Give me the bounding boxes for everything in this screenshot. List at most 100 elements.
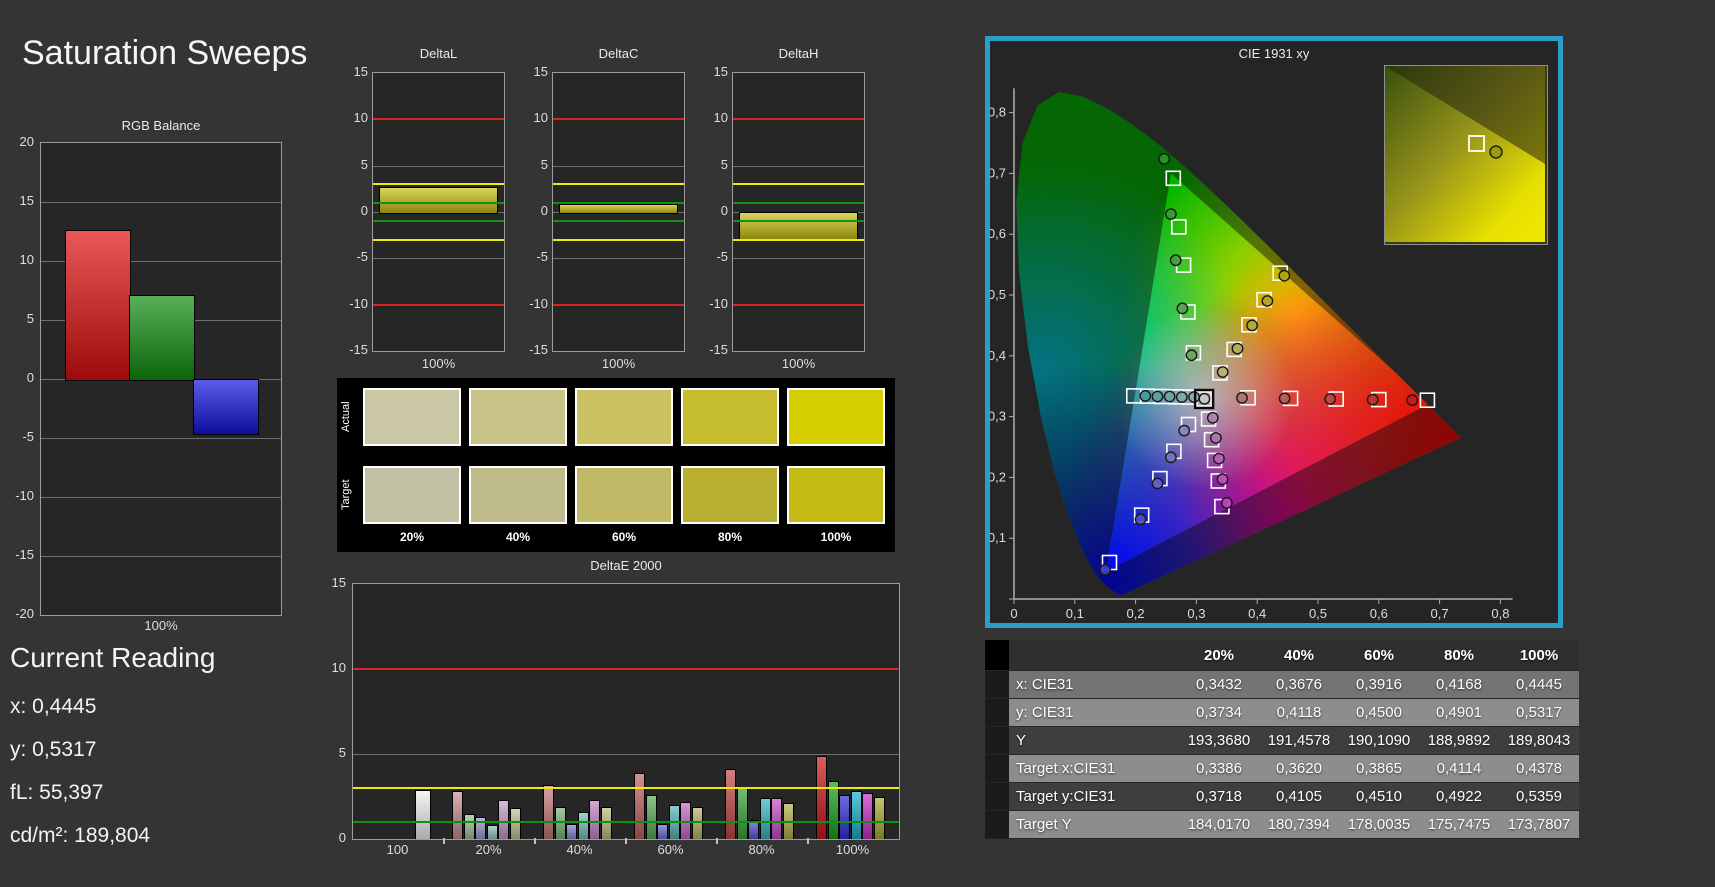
table-value-cell: 0,5317 xyxy=(1499,699,1579,726)
cie-zoom-inset xyxy=(1384,65,1548,245)
delta-e-group-label: 80% xyxy=(716,842,807,857)
page-title: Saturation Sweeps xyxy=(22,34,307,73)
cie-measured-point xyxy=(1166,452,1176,462)
table-value-cell: 0,3734 xyxy=(1179,699,1259,726)
delta-y-tick-label: 5 xyxy=(692,157,728,172)
cie-y-tick-label: 0,8 xyxy=(990,105,1006,120)
delta-e-bar xyxy=(760,798,771,840)
table-value-cell: 0,3865 xyxy=(1339,755,1419,782)
rgb-y-tick-label: 15 xyxy=(0,193,34,208)
delta-e-group-label: 100% xyxy=(807,842,898,857)
table-value-cell: 180,7394 xyxy=(1259,811,1339,838)
delta-e-bar xyxy=(452,791,463,840)
delta-e-chart[interactable] xyxy=(352,583,900,840)
table-value-cell: 193,3680 xyxy=(1179,727,1259,754)
saturation-swatches-panel[interactable]: ActualTarget20%40%60%80%100% xyxy=(337,378,895,552)
delta-e-bar xyxy=(415,790,431,840)
swatch-target-80% xyxy=(681,466,779,524)
deltal-bar xyxy=(379,187,498,214)
table-value-cell: 0,3676 xyxy=(1259,671,1339,698)
delta-y-tick-label: 10 xyxy=(692,110,728,125)
deltah-bar xyxy=(739,212,858,240)
cie-measured-point xyxy=(1152,391,1162,401)
table-value-cell: 0,4445 xyxy=(1499,671,1579,698)
delta-limit-line xyxy=(373,202,504,204)
deltac-bar xyxy=(559,204,678,214)
cie-measured-point xyxy=(1171,255,1181,265)
cie-measured-point xyxy=(1140,391,1150,401)
delta-e-bar xyxy=(566,824,577,840)
swatch-row-label: Actual xyxy=(340,388,356,446)
delta-chart-deltal[interactable] xyxy=(372,72,505,352)
delta-y-tick-label: 15 xyxy=(692,64,728,79)
table-value-cell: 0,3432 xyxy=(1179,671,1259,698)
table-header-100%: 100% xyxy=(1499,640,1579,670)
delta-e-y-tick-label: 5 xyxy=(312,745,346,760)
table-row-lead-cell xyxy=(985,755,1009,782)
delta-limit-line xyxy=(553,118,684,120)
table-value-cell: 0,3620 xyxy=(1259,755,1339,782)
cie-x-tick-label: 0,3 xyxy=(1187,606,1205,621)
cie-measured-point xyxy=(1217,474,1227,484)
swatch-col-label: 20% xyxy=(363,530,461,544)
measurement-table: 20%40%60%80%100%x: CIE310,34320,36760,39… xyxy=(985,640,1579,839)
table-row-lead-cell xyxy=(985,699,1009,726)
delta-e-bar xyxy=(498,800,509,840)
rgb-balance-bar-green xyxy=(129,295,195,381)
cie-1931-panel[interactable]: CIE 1931 xy 00,10,10,20,20,30,30,40,40,5… xyxy=(985,36,1563,628)
delta-chart-deltah[interactable] xyxy=(732,72,865,352)
rgb-balance-chart[interactable] xyxy=(40,142,282,616)
rgb-balance-bar-blue xyxy=(193,379,259,435)
table-header-60%: 60% xyxy=(1339,640,1419,670)
table-value-cell: 0,4500 xyxy=(1339,699,1419,726)
cie-measured-point xyxy=(1407,395,1417,405)
delta-e-bar xyxy=(748,820,759,840)
cie-x-tick-label: 0,2 xyxy=(1127,606,1145,621)
swatch-actual-20% xyxy=(363,388,461,446)
table-value-cell: 0,4901 xyxy=(1419,699,1499,726)
delta-e-bar xyxy=(725,769,736,840)
delta-limit-line xyxy=(553,304,684,306)
current-reading-x: x: 0,4445 xyxy=(10,695,96,719)
current-reading-cdm2: cd/m²: 189,804 xyxy=(10,824,150,848)
cie-measured-point xyxy=(1214,453,1224,463)
cie-measured-point xyxy=(1186,350,1196,360)
table-value-cell: 0,3916 xyxy=(1339,671,1419,698)
table-value-cell: 184,0170 xyxy=(1179,811,1259,838)
delta-e-bar xyxy=(851,791,862,840)
cie-measured-point xyxy=(1177,303,1187,313)
delta-e-y-tick-label: 10 xyxy=(312,660,346,675)
cie-y-tick-label: 0,6 xyxy=(990,226,1006,241)
rgb-gridline xyxy=(41,497,281,498)
delta-limit-line xyxy=(373,118,504,120)
delta-e-gridline xyxy=(353,754,899,755)
delta-y-tick-label: -15 xyxy=(512,342,548,357)
delta-gridline xyxy=(553,258,684,259)
delta-e-y-tick-label: 15 xyxy=(312,575,346,590)
table-value-cell: 191,4578 xyxy=(1259,727,1339,754)
delta-l-title: DeltaL xyxy=(372,46,505,61)
delta-y-tick-label: 15 xyxy=(512,64,548,79)
delta-limit-line xyxy=(553,202,684,204)
cie-measured-point xyxy=(1262,296,1272,306)
cie-measured-point xyxy=(1279,393,1289,403)
delta-e-group-label: 20% xyxy=(443,842,534,857)
delta-e-bar xyxy=(601,807,612,840)
table-value-cell: 0,4378 xyxy=(1499,755,1579,782)
swatch-target-40% xyxy=(469,466,567,524)
swatch-target-20% xyxy=(363,466,461,524)
delta-chart-deltac[interactable] xyxy=(552,72,685,352)
cie-measured-point xyxy=(1368,394,1378,404)
delta-e-bar xyxy=(634,773,645,840)
table-row-lead-cell xyxy=(985,671,1009,698)
delta-gridline xyxy=(733,258,864,259)
delta-y-tick-label: 15 xyxy=(332,64,368,79)
delta-limit-line xyxy=(373,183,504,185)
delta-e-bar xyxy=(646,795,657,840)
rgb-y-tick-label: -5 xyxy=(0,429,34,444)
rgb-y-tick-label: -15 xyxy=(0,547,34,562)
table-row: y: CIE310,37340,41180,45000,49010,5317 xyxy=(985,699,1579,727)
delta-limit-line xyxy=(733,239,864,241)
delta-e-limit-line xyxy=(353,787,899,789)
delta-y-tick-label: 0 xyxy=(332,203,368,218)
